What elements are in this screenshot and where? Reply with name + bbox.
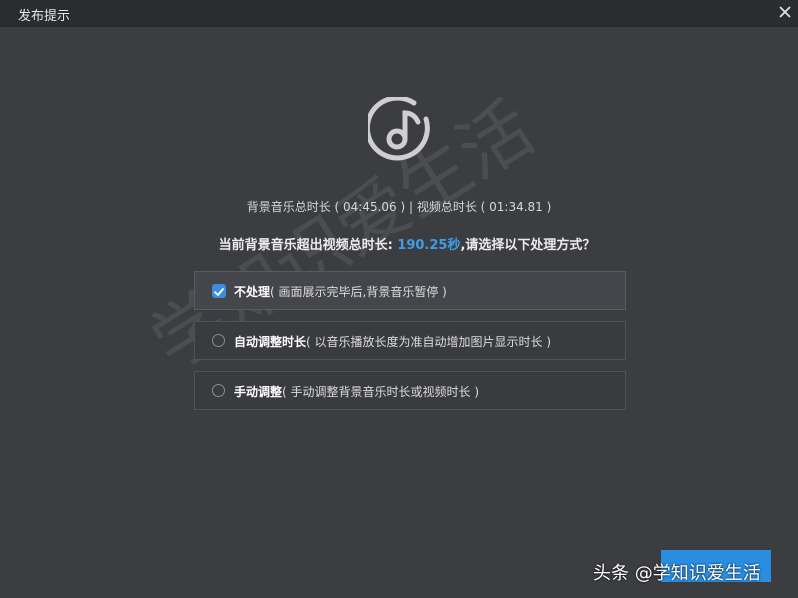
radio-icon[interactable]: [212, 384, 225, 397]
option-title: 不处理: [234, 285, 271, 299]
excess-duration-value: 190.25秒: [397, 238, 461, 253]
music-note-icon: [364, 95, 436, 165]
question-suffix: ,请选择以下处理方式？: [460, 238, 596, 253]
question-prefix: 当前背景音乐超出视频总时长:: [218, 238, 398, 253]
footer-watermark: 头条 @学知识爱生活: [593, 563, 761, 584]
question-text: 当前背景音乐超出视频总时长: 190.25秒,请选择以下处理方式？: [0, 234, 798, 253]
option-title: 手动调整: [234, 385, 283, 399]
option-auto-adjust[interactable]: 自动调整时长( 以音乐播放长度为准自动增加图片显示时长 ): [194, 321, 626, 360]
option-desc: ( 画面展示完毕后,背景音乐暂停 ): [270, 285, 447, 299]
option-label: 手动调整( 手动调整背景音乐时长或视频时长 ): [234, 383, 479, 400]
duration-info: 背景音乐总时长 ( 04:45.06 ) | 视频总时长 ( 01:34.81 …: [246, 200, 552, 214]
option-label: 自动调整时长( 以音乐播放长度为准自动增加图片显示时长 ): [234, 333, 551, 350]
option-title: 自动调整时长: [234, 335, 307, 349]
checkbox-checked-icon[interactable]: [212, 284, 226, 298]
radio-icon[interactable]: [212, 334, 225, 347]
option-label: 不处理( 画面展示完毕后,背景音乐暂停 ): [234, 283, 447, 300]
option-desc: ( 以音乐播放长度为准自动增加图片显示时长 ): [306, 335, 552, 349]
title-bar: 发布提示: [0, 0, 798, 27]
option-no-processing[interactable]: 不处理( 画面展示完毕后,背景音乐暂停 ): [194, 271, 626, 310]
option-manual-adjust[interactable]: 手动调整( 手动调整背景音乐时长或视频时长 ): [194, 371, 626, 410]
close-icon[interactable]: [776, 3, 794, 21]
option-desc: ( 手动调整背景音乐时长或视频时长 ): [282, 385, 480, 399]
window-title: 发布提示: [18, 9, 71, 24]
